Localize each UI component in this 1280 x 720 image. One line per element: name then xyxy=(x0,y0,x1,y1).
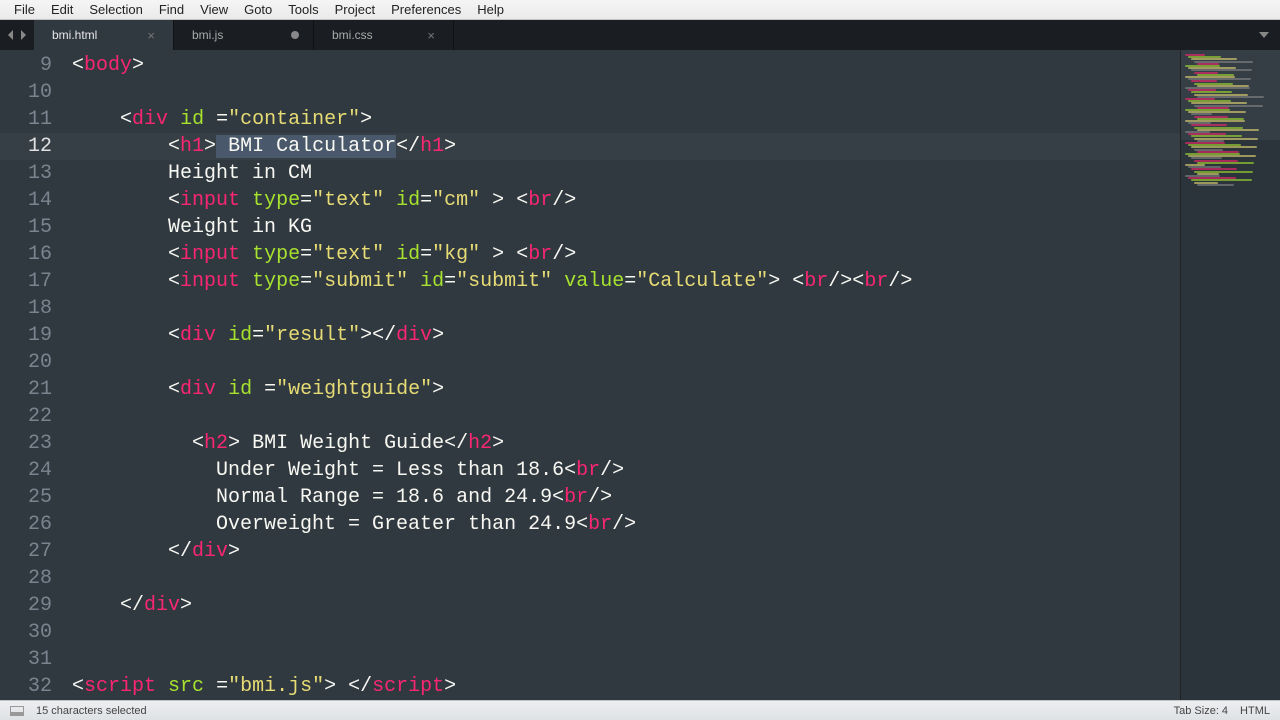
line-number: 15 xyxy=(0,214,52,241)
tab-bar: bmi.html × bmi.js bmi.css × xyxy=(0,20,1280,50)
code-line[interactable]: <div id ="weightguide"> xyxy=(72,376,1180,403)
tab-label: bmi.js xyxy=(192,28,291,42)
menu-preferences[interactable]: Preferences xyxy=(383,0,469,19)
code-line[interactable] xyxy=(72,295,1180,322)
line-number: 23 xyxy=(0,430,52,457)
status-bar: 15 characters selected Tab Size: 4 HTML xyxy=(0,700,1280,720)
code-line[interactable]: <input type="text" id="kg" > <br/> xyxy=(72,241,1180,268)
line-number: 21 xyxy=(0,376,52,403)
line-number: 30 xyxy=(0,619,52,646)
line-number: 10 xyxy=(0,79,52,106)
minimap-line xyxy=(1197,162,1254,164)
code-line[interactable]: </div> xyxy=(72,538,1180,565)
menu-find[interactable]: Find xyxy=(151,0,192,19)
tab-bmi-js[interactable]: bmi.js xyxy=(174,20,314,50)
chevron-down-icon xyxy=(1258,30,1270,40)
menu-view[interactable]: View xyxy=(192,0,236,19)
code-line[interactable]: Normal Range = 18.6 and 24.9<br/> xyxy=(72,484,1180,511)
line-number: 24 xyxy=(0,457,52,484)
line-number: 13 xyxy=(0,160,52,187)
close-icon[interactable]: × xyxy=(143,28,159,43)
tab-label: bmi.html xyxy=(52,28,143,42)
line-number: 28 xyxy=(0,565,52,592)
arrow-right-icon xyxy=(18,30,28,40)
code-line[interactable]: Overweight = Greater than 24.9<br/> xyxy=(72,511,1180,538)
dirty-indicator-icon xyxy=(291,31,299,39)
line-number: 26 xyxy=(0,511,52,538)
tab-overflow-button[interactable] xyxy=(1248,20,1280,50)
arrow-left-icon xyxy=(6,30,16,40)
code-line[interactable]: Under Weight = Less than 18.6<br/> xyxy=(72,457,1180,484)
line-number: 11 xyxy=(0,106,52,133)
line-number: 19 xyxy=(0,322,52,349)
line-number: 22 xyxy=(0,403,52,430)
code-line[interactable] xyxy=(72,565,1180,592)
code-area[interactable]: <body> <div id ="container"> <h1> BMI Ca… xyxy=(66,50,1180,700)
line-number: 31 xyxy=(0,646,52,673)
code-line[interactable]: <div id ="container"> xyxy=(72,106,1180,133)
code-line[interactable] xyxy=(72,646,1180,673)
menu-edit[interactable]: Edit xyxy=(43,0,81,19)
code-line[interactable]: <input type="text" id="cm" > <br/> xyxy=(72,187,1180,214)
menu-bar: File Edit Selection Find View Goto Tools… xyxy=(0,0,1280,20)
code-line[interactable] xyxy=(72,403,1180,430)
tab-bmi-html[interactable]: bmi.html × xyxy=(34,20,174,50)
editor[interactable]: 9101112131415161718192021222324252627282… xyxy=(0,50,1280,700)
code-line[interactable] xyxy=(72,349,1180,376)
menu-selection[interactable]: Selection xyxy=(81,0,150,19)
line-number: 27 xyxy=(0,538,52,565)
tab-label: bmi.css xyxy=(332,28,423,42)
status-tab-size[interactable]: Tab Size: 4 xyxy=(1174,705,1228,717)
line-number: 14 xyxy=(0,187,52,214)
code-line[interactable]: <input type="submit" id="submit" value="… xyxy=(72,268,1180,295)
line-number: 17 xyxy=(0,268,52,295)
tab-nav-arrows[interactable] xyxy=(0,20,34,50)
code-line[interactable]: Weight in KG xyxy=(72,214,1180,241)
close-icon[interactable]: × xyxy=(423,28,439,43)
code-line[interactable]: <script src ="bmi.js"> </script> xyxy=(72,673,1180,700)
line-number: 29 xyxy=(0,592,52,619)
code-line[interactable]: Height in CM xyxy=(72,160,1180,187)
code-line[interactable]: <body> xyxy=(72,52,1180,79)
panel-toggle-icon[interactable] xyxy=(10,706,24,716)
minimap-line xyxy=(1197,184,1234,186)
code-line[interactable]: <h1> BMI Calculator</h1> xyxy=(72,133,1180,160)
line-number: 20 xyxy=(0,349,52,376)
line-number: 18 xyxy=(0,295,52,322)
code-line[interactable] xyxy=(72,619,1180,646)
menu-project[interactable]: Project xyxy=(327,0,383,19)
line-number: 16 xyxy=(0,241,52,268)
tab-bmi-css[interactable]: bmi.css × xyxy=(314,20,454,50)
code-line[interactable]: <div id="result"></div> xyxy=(72,322,1180,349)
line-number: 25 xyxy=(0,484,52,511)
code-line[interactable] xyxy=(72,79,1180,106)
line-number: 9 xyxy=(0,52,52,79)
menu-file[interactable]: File xyxy=(6,0,43,19)
minimap[interactable] xyxy=(1180,50,1280,700)
code-line[interactable]: </div> xyxy=(72,592,1180,619)
menu-goto[interactable]: Goto xyxy=(236,0,280,19)
code-line[interactable]: <h2> BMI Weight Guide</h2> xyxy=(72,430,1180,457)
status-syntax[interactable]: HTML xyxy=(1240,705,1270,717)
line-number: 32 xyxy=(0,673,52,700)
status-selection: 15 characters selected xyxy=(36,705,147,717)
menu-tools[interactable]: Tools xyxy=(280,0,326,19)
menu-help[interactable]: Help xyxy=(469,0,512,19)
